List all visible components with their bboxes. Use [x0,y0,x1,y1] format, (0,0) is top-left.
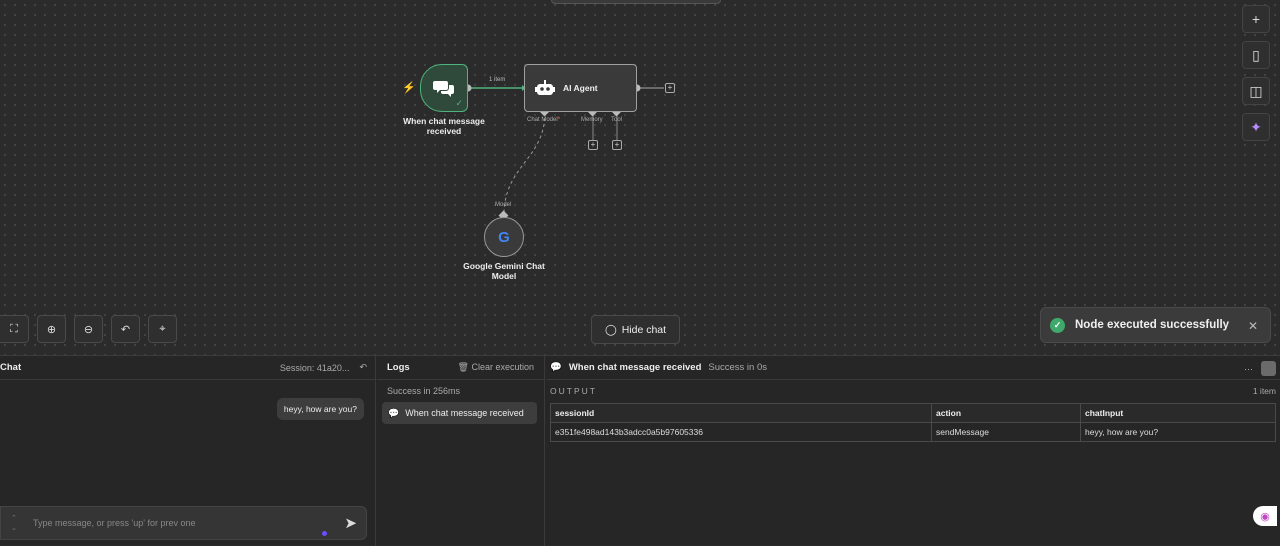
model-connection [503,111,546,216]
chat-input[interactable]: ⌃ ⌄ Type message, or press 'up' for prev … [0,506,367,540]
log-item[interactable]: 💬 When chat message received [382,402,537,424]
table-cell[interactable]: heyy, how are you? [1080,422,1276,442]
tidy-up-button[interactable]: ⌖ [148,315,177,343]
zoom-out-icon: ⊖ [83,323,94,336]
send-icon[interactable]: ➤ [344,514,357,532]
toast-message: Node executed successfully [1075,319,1230,331]
fullscreen-icon: ⛶ [10,322,18,335]
table-row: e351fe498ad143b3adcc0a5b97605336 sendMes… [550,422,1276,442]
trigger-node-label: When chat message received [403,116,485,136]
avatar[interactable] [1261,361,1276,376]
zoom-out-button[interactable]: ⊖ [74,315,103,343]
column-header: sessionId [550,403,932,423]
gemini-node-label: Google Gemini Chat Model [463,261,545,281]
items-count: 1 item [1252,386,1276,396]
reset-session-icon[interactable]: ↶ [359,362,367,373]
chat-bubbles-icon [433,81,454,97]
zoom-in-button[interactable]: ⊕ [37,315,66,343]
logs-panel: Logs 🗑 Clear execution Success in 256ms … [377,356,545,546]
bottom-panel: Chat Session: 41a20... ↶ heyy, how are y… [0,355,1280,546]
check-circle-icon: ✓ [1050,317,1065,333]
chat-bubbles-icon: 💬 [388,407,400,418]
chat-trigger-node[interactable]: ✓ [420,64,468,112]
chat-model-port-text: Chat Model [527,117,558,123]
output-table: sessionId action chatInput e351fe498ad14… [550,403,1276,442]
session-info: Session: 41a20... ↶ [280,362,367,373]
chat-panel-header: Chat Session: 41a20... ↶ [0,356,375,380]
canvas-controls: ⛶ ⊕ ⊖ ↶ ⌖ [0,315,177,343]
column-header: chatInput [1080,403,1276,423]
output-status: Success in 0s [708,362,768,373]
ai-agent-node[interactable]: AI Agent [524,64,637,112]
output-panel: 💬 When chat message received Success in … [546,356,1280,546]
history-arrows-icon: ⌃ ⌄ [11,515,17,532]
undo-button[interactable]: ↶ [111,315,140,343]
gemini-chat-model-node[interactable]: G [484,217,524,257]
logs-panel-title: Logs [387,362,410,373]
hide-chat-label: Hide chat [621,323,667,336]
undo-icon: ↶ [120,323,131,336]
zoom-in-icon: ⊕ [46,323,57,336]
table-header-row: sessionId action chatInput [550,403,1276,423]
trash-icon: 🗑 [457,362,469,372]
tool-port-label: Tool [611,117,623,123]
close-icon[interactable]: ✕ [1248,319,1258,333]
model-port-label: Model [495,202,512,208]
user-message: heyy, how are you? [276,398,364,420]
trigger-bolt-icon: ⚡ [402,82,416,94]
fit-view-button[interactable]: ⛶ [0,315,29,343]
success-check-icon: ✓ [455,98,463,108]
chat-bubbles-icon: 💬 [550,362,562,373]
table-cell[interactable]: e351fe498ad143b3adcc0a5b97605336 [550,422,932,442]
connections-layer [464,84,664,221]
chat-panel: Chat Session: 41a20... ↶ heyy, how are y… [0,356,376,546]
logs-panel-header: Logs 🗑 Clear execution [377,356,544,380]
add-tool-button[interactable]: + [612,140,622,150]
broom-icon: ⌖ [159,322,166,335]
column-header: action [931,403,1081,423]
output-node-name: When chat message received [568,362,702,373]
output-panel-header: 💬 When chat message received Success in … [546,356,1280,380]
clear-execution-label: Clear execution [471,362,534,372]
chat-panel-title: Chat [0,362,22,373]
workflow-canvas[interactable]: + ▯ ◫ ✦ ⚡ ✓ When chat message received 1… [0,0,1280,355]
clear-execution-button[interactable]: 🗑 Clear execution [458,362,535,373]
google-logo-icon: G [498,228,510,246]
output-header-actions: ··· [1244,361,1276,376]
input-indicator-dot [322,531,327,536]
agent-add-next-button[interactable]: + [665,83,675,93]
table-cell[interactable]: sendMessage [931,422,1081,442]
agent-node-title: AI Agent [563,83,598,93]
hide-chat-button[interactable]: ◯ Hide chat [591,315,680,344]
add-memory-button[interactable]: + [588,140,598,150]
logs-status: Success in 256ms [387,386,461,396]
chat-icon: ◯ [604,323,617,336]
output-section-label: OUTPUT [550,386,597,396]
more-options-icon[interactable]: ··· [1244,364,1253,374]
robot-icon [535,80,555,95]
log-item-label: When chat message received [405,408,524,418]
chat-input-placeholder: Type message, or press 'up' for prev one [33,518,196,528]
session-id[interactable]: Session: 41a20... [280,363,350,373]
chat-model-port-label: Chat Model* [527,117,561,123]
success-toast: ✓ Node executed successfully ✕ [1040,307,1271,343]
memory-port-label: Memory [581,117,603,123]
brain-extension-icon[interactable]: ◉ [1253,506,1277,526]
edge-item-count: 1 item [489,77,506,83]
